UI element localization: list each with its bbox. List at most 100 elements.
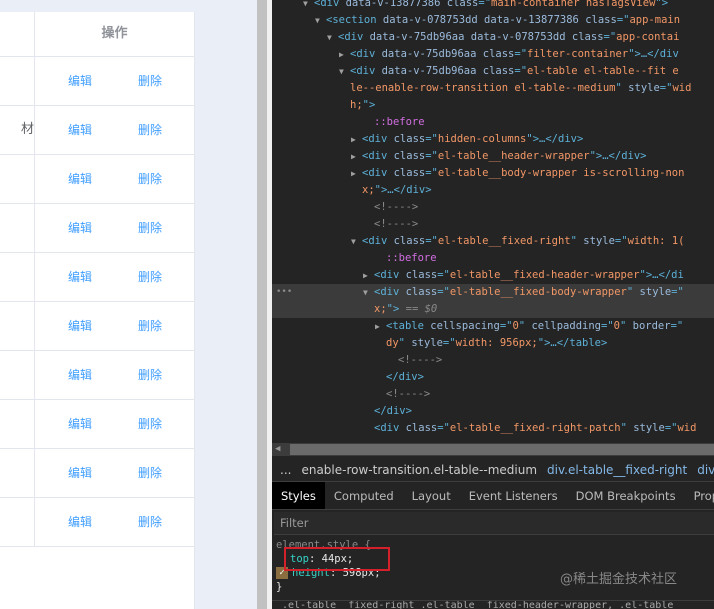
dom-node-line[interactable]: ▼ <div class="el-table__fixed-right" styl…	[272, 233, 714, 250]
delete-button[interactable]: 删除	[138, 253, 162, 301]
delete-button[interactable]: 删除	[138, 57, 162, 105]
edit-button[interactable]: 编辑	[68, 155, 92, 203]
dom-node-line[interactable]: ▼ ••• <div class="el-table__fixed-body-wra…	[272, 284, 714, 301]
delete-button[interactable]: 删除	[138, 351, 162, 399]
expand-right-icon[interactable]: ▶	[339, 46, 350, 63]
more-icon[interactable]: •••	[276, 284, 292, 301]
code-token: class	[393, 150, 426, 162]
breadcrumb-more[interactable]: ...	[280, 463, 291, 477]
dom-node-line[interactable]: <!---->	[272, 386, 714, 403]
breadcrumb-item[interactable]: enable-row-transition.el-table--medium	[301, 463, 537, 477]
code-token: <div	[362, 133, 394, 145]
filter-input[interactable]: Filter	[274, 512, 714, 535]
expand-down-icon[interactable]: ▼	[327, 29, 338, 46]
code-token: wid	[672, 82, 692, 94]
code-token: class	[405, 422, 438, 434]
delete-button[interactable]: 删除	[138, 204, 162, 252]
edit-button[interactable]: 编辑	[68, 57, 92, 105]
dom-node-line[interactable]: x;"> == $0	[272, 301, 714, 318]
code-token: el-table__header-wrapper	[437, 150, 590, 162]
code-token: hidden-columns	[437, 133, 527, 145]
code-token: ="	[442, 337, 456, 349]
code-token: cellspacing	[430, 320, 500, 332]
expand-right-icon[interactable]: ▶	[351, 165, 362, 182]
horizontal-scrollbar[interactable]: ◀	[272, 443, 714, 456]
dom-node-line[interactable]: dy" style="width: 956px;">…</table>	[272, 335, 714, 352]
edit-button[interactable]: 编辑	[68, 253, 92, 301]
devtools-panel: ▼ <div data-v-13877386 class="main-contai…	[272, 0, 714, 609]
dom-node-line[interactable]: h;">	[272, 97, 714, 114]
edit-button[interactable]: 编辑	[68, 400, 92, 448]
edit-button[interactable]: 编辑	[68, 106, 92, 154]
dom-node-line[interactable]: x;">…</div>	[272, 182, 714, 199]
scrollbar-thumb[interactable]	[257, 0, 267, 609]
tab-properties[interactable]: Propert	[685, 482, 714, 509]
scrollbar-thumb[interactable]	[290, 444, 714, 455]
dom-node-line[interactable]: ::before	[272, 250, 714, 267]
highlight-box	[284, 547, 390, 571]
code-token: class	[405, 286, 438, 298]
code-token: class	[393, 167, 426, 179]
dom-node-line[interactable]: ▼ <div data-v-13877386 class="main-contai…	[272, 0, 714, 12]
cell-text: 材	[0, 106, 35, 154]
edit-button[interactable]: 编辑	[68, 204, 92, 252]
expand-down-icon[interactable]: ▼	[351, 233, 362, 250]
expand-down-icon[interactable]: ▼	[363, 284, 374, 301]
delete-button[interactable]: 删除	[138, 400, 162, 448]
vertical-scrollbar[interactable]	[257, 0, 272, 609]
dom-node-line[interactable]: ▶ <div class="el-table__fixed-header-wrap…	[272, 267, 714, 284]
tab-styles[interactable]: Styles	[272, 482, 325, 509]
tab-computed[interactable]: Computed	[325, 482, 403, 509]
expand-down-icon[interactable]: ▼	[339, 63, 350, 80]
dom-node-line[interactable]: ▶ <table cellspacing="0" cellpadding="0" …	[272, 318, 714, 335]
dom-node-line[interactable]: ▶ <div class="el-table__header-wrapper">……	[272, 148, 714, 165]
expand-right-icon[interactable]: ▶	[351, 131, 362, 148]
table-row: 编辑 删除	[0, 498, 194, 547]
tab-event-listeners[interactable]: Event Listeners	[460, 482, 567, 509]
tab-layout[interactable]: Layout	[403, 482, 460, 509]
dom-node-line[interactable]: </div>	[272, 369, 714, 386]
breadcrumb-item[interactable]: div.el-table__fixed-right	[547, 463, 687, 477]
dom-node-line[interactable]: ▶ <div class="el-table__body-wrapper is-s…	[272, 165, 714, 182]
delete-button[interactable]: 删除	[138, 449, 162, 497]
dom-node-line[interactable]: ▶ <div data-v-75db96aa class="filter-cont…	[272, 46, 714, 63]
dom-node-line[interactable]: ▶ <div class="hidden-columns">…</div>	[272, 131, 714, 148]
dom-node-line[interactable]: ::before	[272, 114, 714, 131]
code-token: class	[446, 0, 479, 9]
tab-dom-breakpoints[interactable]: DOM Breakpoints	[567, 482, 685, 509]
page-area: 操作 编辑 删除材 编辑 删除 编辑 删除 编辑 删除 编辑 删除 编辑 删除 …	[0, 0, 257, 609]
code-token: data-v-75db96aa	[381, 65, 483, 77]
dom-node-line[interactable]: le--enable-row-transition el-table--medi…	[272, 80, 714, 97]
expand-right-icon[interactable]: ▶	[375, 318, 386, 335]
dom-node-line[interactable]: <!---->	[272, 199, 714, 216]
dom-node-line[interactable]: <div class="el-table__fixed-right-patch"…	[272, 420, 714, 437]
dom-node-line[interactable]: ▼ <div data-v-75db96aa data-v-078753dd cl…	[272, 29, 714, 46]
expand-right-icon[interactable]: ▶	[351, 148, 362, 165]
edit-button[interactable]: 编辑	[68, 351, 92, 399]
edit-button[interactable]: 编辑	[68, 498, 92, 546]
dom-node-line[interactable]: ▼ <div data-v-75db96aa class="el-table el…	[272, 63, 714, 80]
delete-button[interactable]: 删除	[138, 302, 162, 350]
edit-button[interactable]: 编辑	[68, 449, 92, 497]
code-token: class	[585, 14, 617, 26]
expand-right-icon[interactable]: ▶	[363, 267, 374, 284]
edit-button[interactable]: 编辑	[68, 302, 92, 350]
dom-node-line[interactable]: ▼ <section data-v-078753dd data-v-1387738…	[272, 12, 714, 29]
scroll-left-icon[interactable]: ◀	[275, 444, 280, 454]
expand-down-icon[interactable]: ▼	[315, 12, 326, 29]
code-token: <div	[374, 269, 406, 281]
dom-node-line[interactable]: <!---->	[272, 216, 714, 233]
expand-down-icon[interactable]: ▼	[303, 0, 314, 12]
code-token: ">…</div>	[526, 133, 584, 145]
breadcrumb-item[interactable]: div.el-tab	[697, 463, 714, 477]
code-token: ">…</di	[639, 269, 684, 281]
code-token: ="	[514, 48, 528, 60]
table-row: 材 编辑 删除	[0, 106, 194, 155]
delete-button[interactable]: 删除	[138, 498, 162, 546]
cell-text	[0, 449, 35, 497]
delete-button[interactable]: 删除	[138, 155, 162, 203]
dom-node-line[interactable]: </div>	[272, 403, 714, 420]
dom-node-line[interactable]: <!---->	[272, 352, 714, 369]
delete-button[interactable]: 删除	[138, 106, 162, 154]
code-token: style	[583, 235, 615, 247]
